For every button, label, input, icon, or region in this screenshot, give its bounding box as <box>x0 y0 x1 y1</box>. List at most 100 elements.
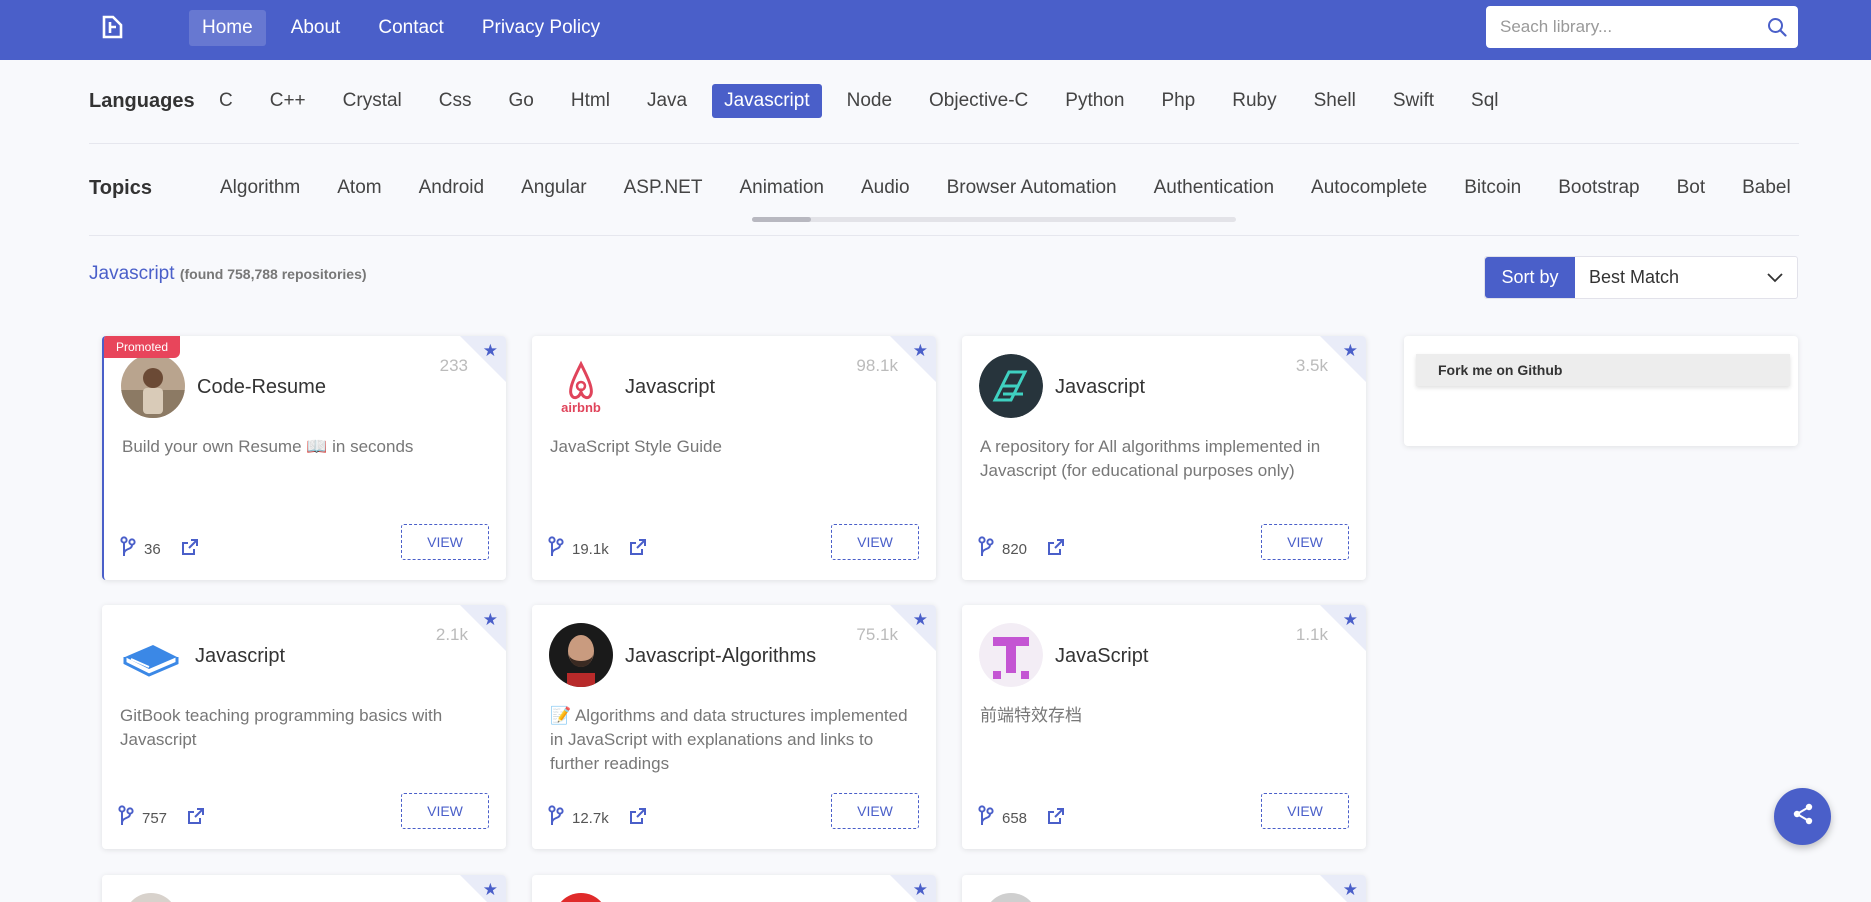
view-button[interactable]: VIEW <box>401 793 489 829</box>
divider <box>89 235 1799 236</box>
repo-avatar <box>554 893 608 902</box>
topic-chip-atom[interactable]: Atom <box>325 171 393 205</box>
repo-description: A repository for All algorithms implemen… <box>980 437 1321 480</box>
topic-chip-bitcoin[interactable]: Bitcoin <box>1452 171 1533 205</box>
external-link-icon[interactable] <box>181 538 199 560</box>
topic-chip-animation[interactable]: Animation <box>727 171 836 205</box>
fork-count: 757 <box>142 809 168 827</box>
language-chip-go[interactable]: Go <box>497 84 546 118</box>
share-button[interactable] <box>1774 788 1831 845</box>
nav-home-link[interactable]: Home <box>189 10 266 46</box>
sort-select[interactable]: Best Match <box>1575 257 1797 298</box>
topics-scrollbar[interactable] <box>752 217 1236 222</box>
star-icon[interactable]: ★ <box>913 342 928 359</box>
repo-title[interactable]: Code-Resume <box>197 376 326 399</box>
airbnb-logo-icon: airbnb <box>549 354 613 418</box>
language-chip-ruby[interactable]: Ruby <box>1220 84 1288 118</box>
repo-title[interactable]: JavaScript <box>1055 645 1148 668</box>
star-icon[interactable]: ★ <box>913 881 928 898</box>
fork-on-github-button[interactable]: Fork me on Github <box>1416 354 1790 386</box>
language-chip-shell[interactable]: Shell <box>1302 84 1368 118</box>
search-input[interactable] <box>1486 6 1756 48</box>
language-chip-javascript[interactable]: Javascript <box>712 84 822 118</box>
repo-title[interactable]: Javascript <box>625 376 715 399</box>
topic-chip-babel[interactable]: Babel <box>1730 171 1799 205</box>
repo-avatar <box>124 893 178 902</box>
stars-count: 3.5k <box>1295 356 1328 375</box>
language-chip-swift[interactable]: Swift <box>1381 84 1446 118</box>
external-link-icon[interactable] <box>187 807 205 829</box>
fork-icon <box>548 805 564 831</box>
topic-chip-bot[interactable]: Bot <box>1665 171 1718 205</box>
site-logo-icon[interactable] <box>101 15 125 39</box>
sort-control[interactable]: Sort by Best Match <box>1484 256 1798 299</box>
external-link-icon[interactable] <box>629 538 647 560</box>
star-icon[interactable]: ★ <box>913 611 928 628</box>
repo-avatar <box>984 893 1038 902</box>
view-button[interactable]: VIEW <box>1261 524 1349 560</box>
topic-chip-browser-automation[interactable]: Browser Automation <box>935 171 1129 205</box>
topic-chip-algorithm[interactable]: Algorithm <box>208 171 312 205</box>
star-icon[interactable]: ★ <box>1343 611 1358 628</box>
language-chip-java[interactable]: Java <box>635 84 699 118</box>
fork-icon <box>118 805 134 831</box>
chevron-down-icon <box>1767 267 1783 288</box>
repo-title[interactable]: Javascript <box>195 645 285 668</box>
view-button[interactable]: VIEW <box>831 524 919 560</box>
fork-icon <box>548 536 564 562</box>
nav-contact-link[interactable]: Contact <box>365 10 456 46</box>
fork-count: 36 <box>144 540 161 558</box>
language-chip-crystal[interactable]: Crystal <box>331 84 414 118</box>
share-icon <box>1791 802 1815 831</box>
topics-label: Topics <box>89 177 152 199</box>
repo-card-partial: ★ <box>102 875 506 902</box>
language-chip-c[interactable]: C <box>207 84 245 118</box>
language-chip-html[interactable]: Html <box>559 84 622 118</box>
topic-chip-bootstrap[interactable]: Bootstrap <box>1546 171 1651 205</box>
star-icon[interactable]: ★ <box>483 611 498 628</box>
topic-chip-authentication[interactable]: Authentication <box>1142 171 1286 205</box>
language-chip-php[interactable]: Php <box>1149 84 1207 118</box>
language-chip-python[interactable]: Python <box>1053 84 1136 118</box>
topics-list: Algorithm Atom Android Angular ASP.NET A… <box>208 171 1799 205</box>
repo-card: ★ 1.1k JavaScript 前端特效存档 658 VIEW <box>962 605 1366 849</box>
stars-count: 75.1k <box>856 625 898 644</box>
external-link-icon[interactable] <box>1047 807 1065 829</box>
view-button[interactable]: VIEW <box>401 524 489 560</box>
nav-about-link[interactable]: About <box>278 10 354 46</box>
repo-description: JavaScript Style Guide <box>550 437 722 456</box>
book-logo-icon <box>119 623 183 687</box>
view-button[interactable]: VIEW <box>1261 793 1349 829</box>
star-icon[interactable]: ★ <box>483 342 498 359</box>
topics-scrollbar-thumb[interactable] <box>752 217 811 222</box>
nav-privacy-policy-link[interactable]: Privacy Policy <box>469 10 613 46</box>
sort-selected-value: Best Match <box>1589 267 1680 287</box>
star-icon[interactable]: ★ <box>483 881 498 898</box>
external-link-icon[interactable] <box>1047 538 1065 560</box>
star-icon[interactable]: ★ <box>1343 342 1358 359</box>
language-chip-objective-c[interactable]: Objective-C <box>917 84 1040 118</box>
topic-chip-aspnet[interactable]: ASP.NET <box>612 171 715 205</box>
main-nav: Home About Contact Privacy Policy <box>189 10 613 46</box>
repo-title[interactable]: Javascript <box>1055 376 1145 399</box>
repo-title[interactable]: Javascript-Algorithms <box>625 645 816 668</box>
repo-card: ★ 98.1k airbnb Javascript JavaScript Sty… <box>532 336 936 580</box>
language-chip-node[interactable]: Node <box>835 84 904 118</box>
topic-chip-autocomplete[interactable]: Autocomplete <box>1299 171 1439 205</box>
fork-count: 820 <box>1002 540 1028 558</box>
topic-chip-android[interactable]: Android <box>407 171 497 205</box>
search-icon[interactable] <box>1756 6 1798 48</box>
language-chip-sql[interactable]: Sql <box>1459 84 1510 118</box>
language-chip-css[interactable]: Css <box>427 84 484 118</box>
language-chip-cpp[interactable]: C++ <box>258 84 318 118</box>
repo-meta: 820 <box>978 536 1065 562</box>
topic-chip-audio[interactable]: Audio <box>849 171 922 205</box>
sidebar-panel: Fork me on Github <box>1404 336 1798 446</box>
repo-card: ★ 3.5k Javascript A repository for All a… <box>962 336 1366 580</box>
view-button[interactable]: VIEW <box>831 793 919 829</box>
stars-count: 2.1k <box>435 625 468 644</box>
topic-chip-angular[interactable]: Angular <box>509 171 599 205</box>
external-link-icon[interactable] <box>629 807 647 829</box>
star-icon[interactable]: ★ <box>1343 881 1358 898</box>
fork-icon <box>120 536 136 562</box>
